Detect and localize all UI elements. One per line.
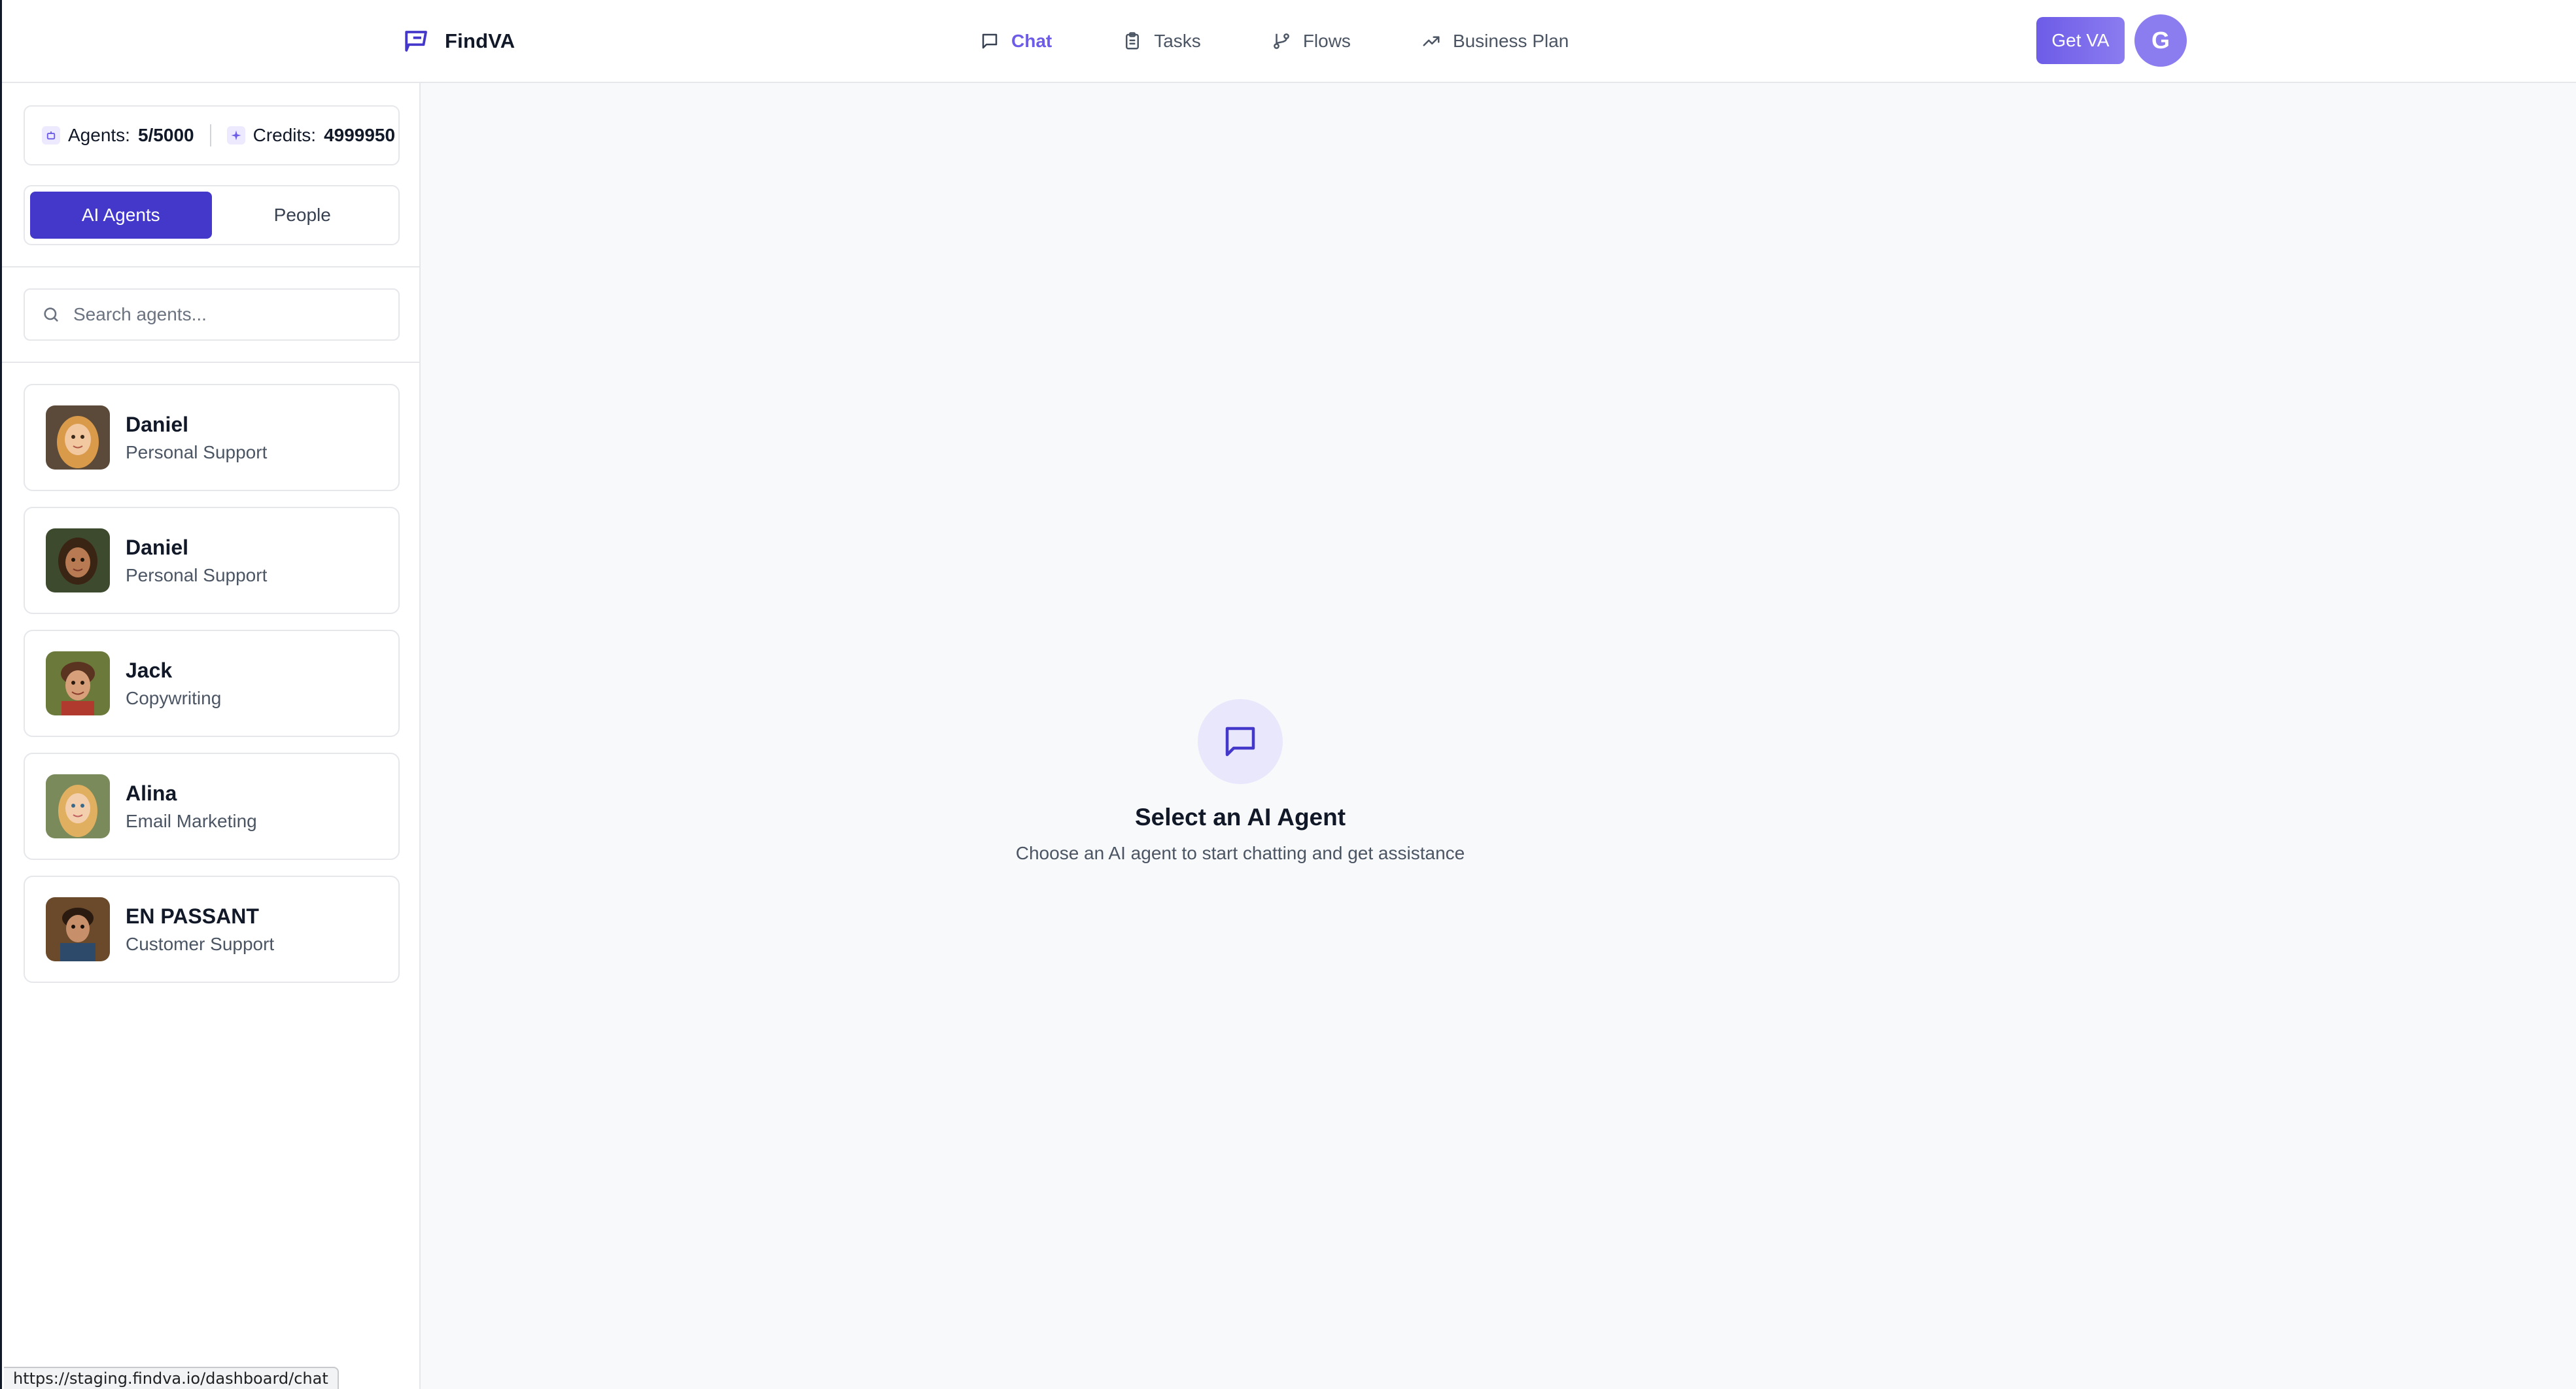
nav-chat[interactable]: Chat xyxy=(980,31,1052,52)
agent-role: Copywriting xyxy=(126,687,222,708)
agent-avatar xyxy=(46,897,110,961)
sidebar-divider xyxy=(2,362,421,363)
nav-business-plan[interactable]: Business Plan xyxy=(1421,31,1569,52)
nav-flows[interactable]: Flows xyxy=(1272,31,1351,52)
agent-type-toggle: AI Agents People xyxy=(24,185,400,245)
agent-avatar xyxy=(46,774,110,838)
agent-name: Jack xyxy=(126,658,173,682)
agent-info: EN PASSANT Customer Support xyxy=(126,904,274,955)
brand[interactable]: FindVA xyxy=(403,25,515,58)
search-icon xyxy=(44,307,58,322)
agent-card[interactable]: Daniel Personal Support xyxy=(24,384,400,491)
agent-role: Personal Support xyxy=(126,441,268,462)
agent-card[interactable]: Daniel Personal Support xyxy=(24,507,400,614)
agent-info: Daniel Personal Support xyxy=(126,536,267,586)
agent-role: Personal Support xyxy=(126,564,268,585)
credits-stat-value: 4999950 xyxy=(324,125,396,145)
agent-card[interactable]: Jack Copywriting xyxy=(24,630,400,737)
agent-avatar xyxy=(46,651,110,715)
nav-business-plan-label: Business Plan xyxy=(1452,31,1569,51)
search-input[interactable] xyxy=(73,304,387,325)
status-bar-url: https://staging.findva.io/dashboard/chat xyxy=(4,1367,339,1389)
empty-state-subtitle: Choose an AI agent to start chatting and… xyxy=(1015,843,1465,863)
agents-stat: Agents: 5/5000 xyxy=(42,125,194,146)
sidebar: Agents: 5/5000 Credits: 4999950 AI Agent… xyxy=(2,83,421,1389)
clipboard-icon xyxy=(1126,32,1140,50)
trending-up-icon xyxy=(1423,36,1440,46)
credits-stat-label: Credits: xyxy=(252,125,317,145)
agent-name: Daniel xyxy=(126,535,189,559)
brand-name: FindVA xyxy=(445,29,515,52)
agent-info: Alina Email Marketing xyxy=(126,781,257,832)
git-branch-icon xyxy=(1273,33,1289,49)
empty-state: Select an AI Agent Choose an AI agent to… xyxy=(848,699,1633,864)
agent-card[interactable]: Alina Email Marketing xyxy=(24,753,400,860)
agent-name: Alina xyxy=(126,781,177,805)
nav-chat-label: Chat xyxy=(1011,31,1053,51)
get-va-button[interactable]: Get VA xyxy=(2036,17,2125,64)
stats-divider xyxy=(209,124,211,146)
agent-name: Daniel xyxy=(126,412,189,436)
credits-stat: Credits: 4999950 xyxy=(226,125,396,146)
sidebar-divider xyxy=(2,266,421,267)
findva-logo-icon xyxy=(405,31,427,52)
nav-tasks-label: Tasks xyxy=(1154,31,1201,51)
app-window: FindVA Chat Tasks Flows Business Plan Ge… xyxy=(0,0,2576,1389)
sparkle-icon xyxy=(226,126,245,145)
user-avatar[interactable]: G xyxy=(2134,14,2187,67)
toggle-ai-agents[interactable]: AI Agents xyxy=(30,192,212,239)
agent-name: EN PASSANT xyxy=(126,904,259,928)
message-square-icon xyxy=(1198,699,1283,784)
agents-stat-label: Agents: xyxy=(68,125,130,145)
message-square-icon xyxy=(982,33,998,49)
empty-state-title: Select an AI Agent xyxy=(1134,804,1346,831)
agent-list: Daniel Personal Support Daniel Personal … xyxy=(24,384,400,999)
agent-role: Email Marketing xyxy=(126,810,257,831)
agent-role: Customer Support xyxy=(126,933,275,954)
agent-avatar xyxy=(46,528,110,592)
bot-icon xyxy=(42,126,60,145)
agent-card[interactable]: EN PASSANT Customer Support xyxy=(24,876,400,983)
top-bar: FindVA Chat Tasks Flows Business Plan Ge… xyxy=(2,0,2576,83)
usage-stats: Agents: 5/5000 Credits: 4999950 xyxy=(24,105,400,165)
agent-info: Daniel Personal Support xyxy=(126,413,267,463)
agent-info: Jack Copywriting xyxy=(126,659,221,709)
agents-stat-value: 5/5000 xyxy=(137,125,194,145)
nav-flows-label: Flows xyxy=(1302,31,1351,51)
main-nav: Chat Tasks Flows Business Plan xyxy=(980,25,1639,58)
nav-tasks[interactable]: Tasks xyxy=(1123,31,1201,52)
agent-search[interactable] xyxy=(24,288,400,341)
agent-avatar xyxy=(46,405,110,470)
toggle-people[interactable]: People xyxy=(212,192,394,239)
chat-main-area: Select an AI Agent Choose an AI agent to… xyxy=(421,83,2576,1389)
